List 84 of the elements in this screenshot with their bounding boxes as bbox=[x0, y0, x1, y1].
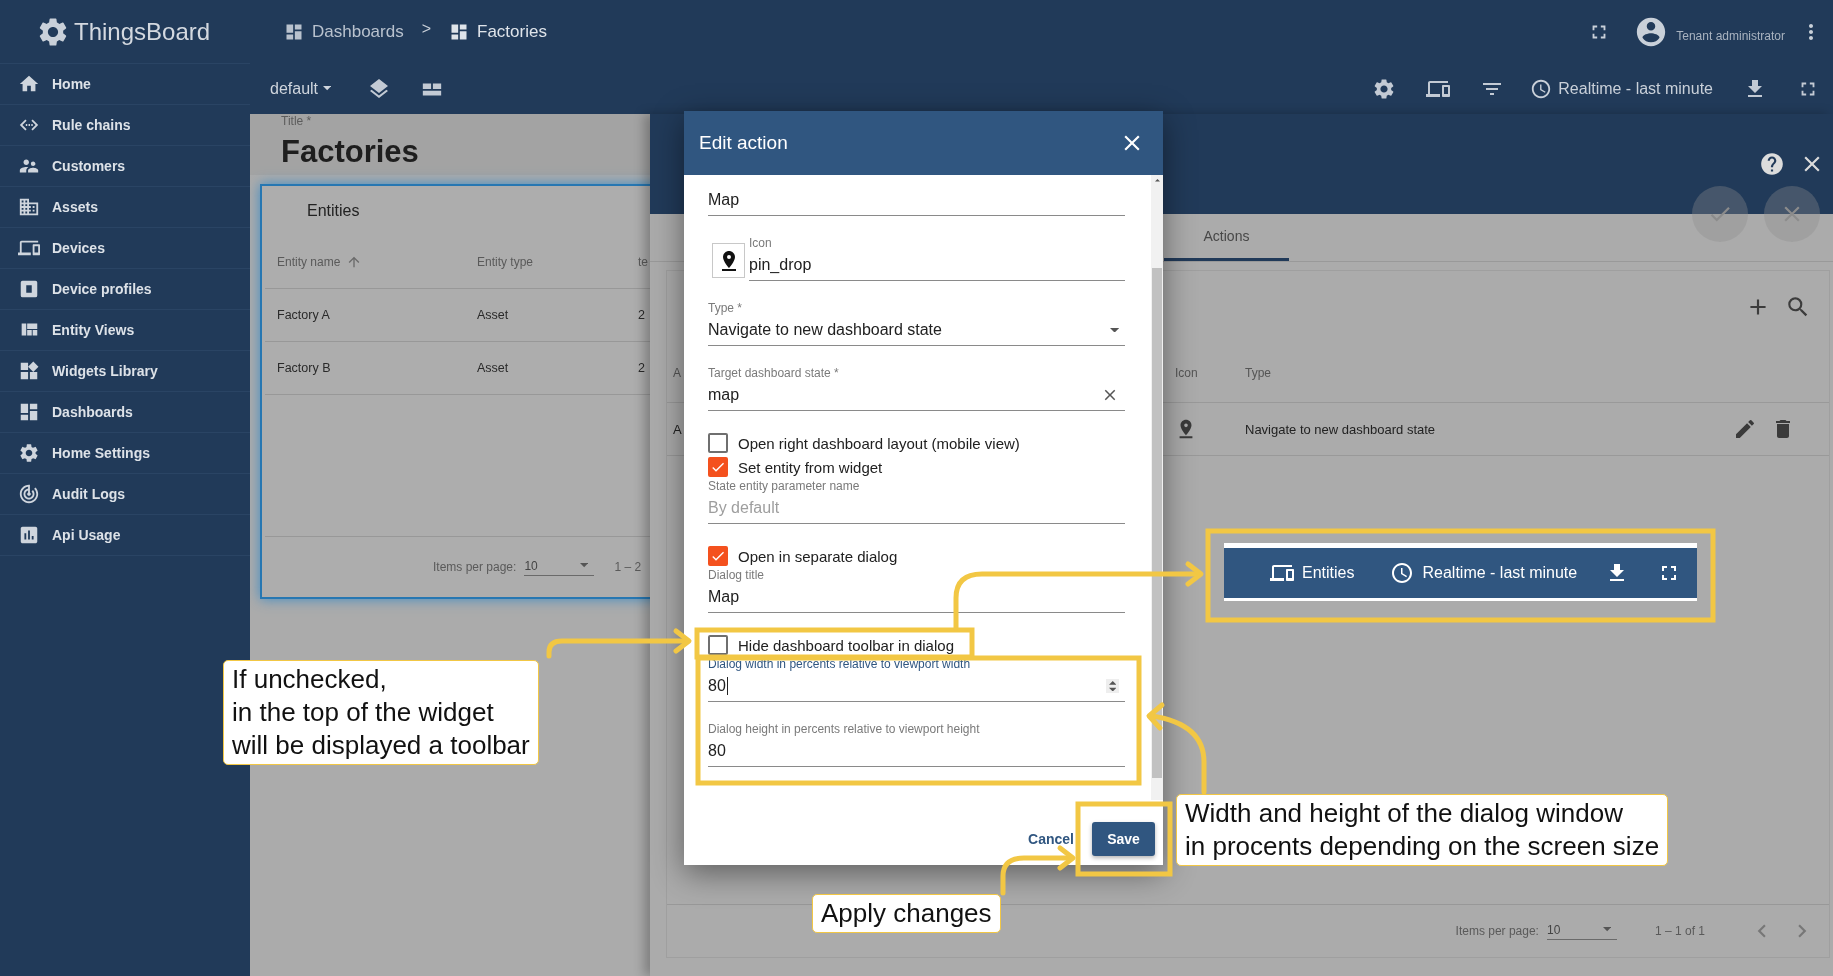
input-field[interactable]: Map bbox=[708, 586, 1125, 613]
spinner-icon[interactable] bbox=[1105, 678, 1119, 694]
table-cell: Asset bbox=[477, 361, 509, 375]
page-range: 1 – 1 of 1 bbox=[1654, 924, 1705, 938]
scrollbar-thumb[interactable] bbox=[1152, 267, 1162, 778]
field-label: Type * bbox=[708, 301, 744, 315]
breadcrumb-separator: > bbox=[421, 19, 431, 38]
help-icon[interactable] bbox=[1759, 151, 1785, 177]
clock-icon bbox=[1390, 561, 1415, 585]
bar-chart-icon bbox=[18, 524, 40, 546]
input-field[interactable]: 80 bbox=[708, 740, 1125, 767]
checkbox[interactable] bbox=[708, 546, 728, 566]
breadcrumb-link[interactable]: Factories bbox=[449, 21, 547, 42]
input-field[interactable]: Map bbox=[708, 189, 1125, 216]
sidebar-item[interactable]: Device profiles bbox=[0, 269, 250, 310]
icon-picker-button[interactable] bbox=[712, 243, 745, 278]
page-size-select[interactable]: 10 bbox=[524, 558, 595, 576]
sidebar-item[interactable]: Dashboards bbox=[0, 392, 250, 433]
sidebar-item[interactable]: Entity Views bbox=[0, 310, 250, 351]
table-cell: Asset bbox=[477, 308, 509, 322]
discard-button[interactable] bbox=[1764, 186, 1820, 242]
dashboard-icon bbox=[18, 401, 40, 423]
checkbox[interactable] bbox=[708, 635, 728, 655]
user-role: Tenant administrator bbox=[1676, 28, 1785, 43]
table-cell: Navigate to new dashboard state bbox=[1245, 421, 1436, 437]
input-field[interactable]: 80 bbox=[708, 675, 1125, 702]
target-icon bbox=[18, 483, 40, 505]
callout-note: If unchecked, in the top of the widget will be displayed a toolbar bbox=[223, 660, 539, 765]
callout-note: Apply changes bbox=[812, 894, 1001, 933]
field-label: Dialog title bbox=[708, 568, 766, 582]
caret-icon bbox=[1109, 327, 1119, 333]
edit-icon[interactable] bbox=[1733, 417, 1757, 441]
timewindow-button[interactable]: Realtime - last minute bbox=[1390, 561, 1578, 585]
checkbox-label[interactable]: Hide dashboard toolbar in dialog bbox=[738, 636, 954, 654]
sidebar-item[interactable]: Home Settings bbox=[0, 433, 250, 474]
page-size-select[interactable]: 10 bbox=[1546, 922, 1617, 940]
checkbox[interactable] bbox=[708, 457, 728, 477]
select-field[interactable]: Navigate to new dashboard state bbox=[708, 319, 1125, 346]
timewindow-button[interactable]: Realtime - last minute bbox=[1530, 77, 1713, 100]
clock-icon bbox=[1530, 77, 1553, 100]
cancel-button[interactable]: Cancel bbox=[1024, 822, 1078, 855]
scrollbar[interactable] bbox=[1151, 175, 1163, 800]
save-button[interactable]: Save bbox=[1092, 821, 1155, 856]
field-label: State entity parameter name bbox=[708, 479, 861, 493]
field-label: Title * bbox=[281, 114, 313, 128]
widget-title: Entities bbox=[306, 201, 361, 221]
field-label: Target dashboard state * bbox=[708, 366, 840, 380]
input-field[interactable]: map bbox=[708, 384, 1125, 411]
table-cell: Factory A bbox=[277, 308, 330, 322]
page-range: 1 – 2 bbox=[614, 560, 642, 574]
page-size-label: Items per page: bbox=[1455, 924, 1539, 938]
checkbox-label[interactable]: Open right dashboard layout (mobile view) bbox=[738, 434, 1020, 452]
breadcrumb-link[interactable]: Dashboards bbox=[284, 21, 404, 42]
sidebar-item[interactable]: Audit Logs bbox=[0, 474, 250, 515]
checkbox-label[interactable]: Open in separate dialog bbox=[738, 547, 898, 565]
scroll-up-icon bbox=[1154, 179, 1160, 182]
dashboard-title: Factories bbox=[281, 134, 420, 170]
sidebar-item[interactable]: Home bbox=[0, 64, 250, 105]
sidebar-item[interactable]: Api Usage bbox=[0, 515, 250, 556]
sidebar-item[interactable]: Assets bbox=[0, 187, 250, 228]
caret-icon bbox=[580, 563, 589, 568]
building-icon bbox=[18, 196, 40, 218]
sidebar-item[interactable]: Widgets Library bbox=[0, 351, 250, 392]
caret-icon bbox=[323, 86, 332, 91]
checkbox[interactable] bbox=[708, 433, 728, 453]
table-cell: Factory B bbox=[277, 361, 331, 375]
callout-note: Width and height of the dialog window in procents depending on the screen size bbox=[1176, 794, 1669, 866]
table-cell: 2 bbox=[638, 361, 645, 375]
sidebar-item[interactable]: Devices bbox=[0, 228, 250, 269]
app-logo-text: ThingsBoard bbox=[74, 17, 211, 46]
field-label: Icon bbox=[749, 236, 773, 250]
entities-button[interactable]: Entities bbox=[1270, 561, 1355, 585]
field-label: Dialog height in percents relative to viewport height bbox=[708, 722, 981, 736]
dialog-title: Edit action bbox=[699, 132, 788, 154]
settings-icon bbox=[18, 442, 40, 464]
state-dropdown[interactable]: default bbox=[270, 79, 332, 98]
table-cell: A bbox=[673, 421, 682, 437]
caret-icon bbox=[1602, 927, 1611, 932]
widgets-icon bbox=[18, 360, 40, 382]
apply-button[interactable] bbox=[1692, 186, 1748, 242]
checkbox-label[interactable]: Set entity from widget bbox=[738, 458, 883, 476]
input-field[interactable]: pin_drop bbox=[749, 254, 1125, 281]
page-size-label: Items per page: bbox=[433, 560, 517, 574]
table-cell: 2 bbox=[638, 308, 645, 322]
